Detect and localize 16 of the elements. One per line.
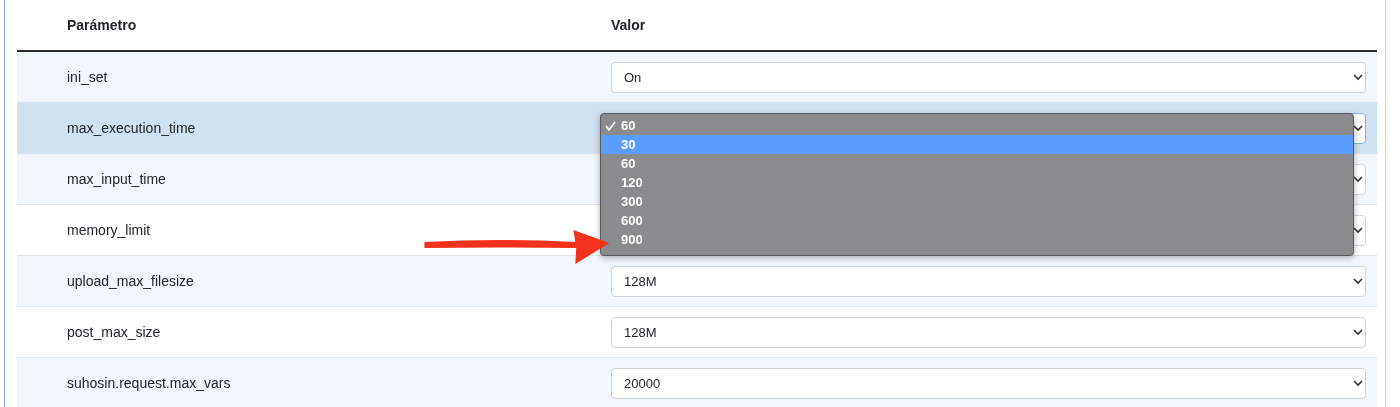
parameter-name: max_execution_time [66,120,196,136]
value-select[interactable]: 20000 [611,367,1366,399]
column-header: Parámetro [66,17,137,33]
parameter-name: suhosin.request.max_vars [66,375,231,391]
parameter-name: ini_set [66,69,108,85]
table-row[interactable]: ini_set On [17,52,1377,103]
value-select[interactable]: 128M [611,265,1366,297]
table-row[interactable]: upload_max_filesize 128M [17,256,1377,307]
value-select[interactable]: On [611,61,1366,93]
parameter-name: memory_limit [66,222,151,238]
parameter-name: max_input_time [66,171,166,187]
table-row[interactable]: suhosin.request.max_vars 20000 [17,358,1377,407]
parameter-name: upload_max_filesize [66,273,194,289]
value-select[interactable]: 128M [611,316,1366,348]
column-header: Valor [611,17,646,33]
parameter-name: post_max_size [66,324,161,340]
